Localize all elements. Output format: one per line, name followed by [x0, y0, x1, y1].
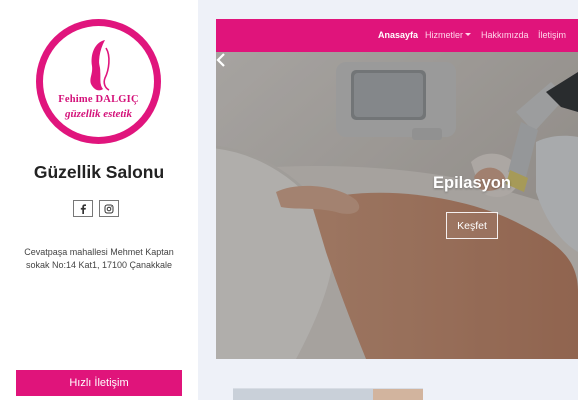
nav-about[interactable]: Hakkımızda — [481, 30, 529, 40]
logo-inner: Fehime DALGIÇ güzellik estetik — [43, 26, 154, 137]
hero-carousel: Epilasyon Keşfet — [216, 52, 578, 359]
nav-services-label: Hizmetler — [425, 30, 464, 40]
address: Cevatpaşa mahallesi Mehmet Kaptan sokak … — [14, 246, 184, 272]
facebook-button[interactable] — [73, 200, 93, 217]
nav-home[interactable]: Anasayfa — [378, 30, 418, 40]
discover-button[interactable]: Keşfet — [446, 212, 498, 239]
salon-name: Güzellik Salonu — [33, 162, 165, 182]
quick-contact-button[interactable]: Hızlı İletişim — [16, 370, 182, 396]
chevron-left-icon[interactable] — [216, 52, 226, 68]
content-image-preview — [233, 388, 423, 400]
top-navbar: Anasayfa Hizmetler Hakkımızda İletişim — [216, 19, 578, 52]
logo-name: Fehime DALGIÇ — [58, 94, 139, 105]
hero-title: Epilasyon — [433, 174, 511, 192]
instagram-button[interactable] — [99, 200, 119, 217]
address-line-2: sokak No:14 Kat1, 17100 Çanakkale — [25, 260, 173, 270]
instagram-icon — [104, 204, 114, 213]
logo-tagline: güzellik estetik — [65, 108, 132, 120]
woman-silhouette-icon — [90, 40, 110, 91]
nav-contact[interactable]: İletişim — [538, 30, 566, 40]
hero-photo — [216, 52, 578, 359]
facebook-icon — [80, 203, 86, 214]
address-line-1: Cevatpaşa mahallesi Mehmet Kaptan — [24, 247, 174, 257]
brand-logo[interactable]: Fehime DALGIÇ güzellik estetik — [36, 19, 161, 144]
sidebar: Fehime DALGIÇ güzellik estetik Güzellik … — [0, 0, 198, 400]
nav-services[interactable]: Hizmetler — [425, 30, 472, 40]
chevron-down-icon — [465, 33, 472, 36]
content-image — [233, 389, 423, 400]
